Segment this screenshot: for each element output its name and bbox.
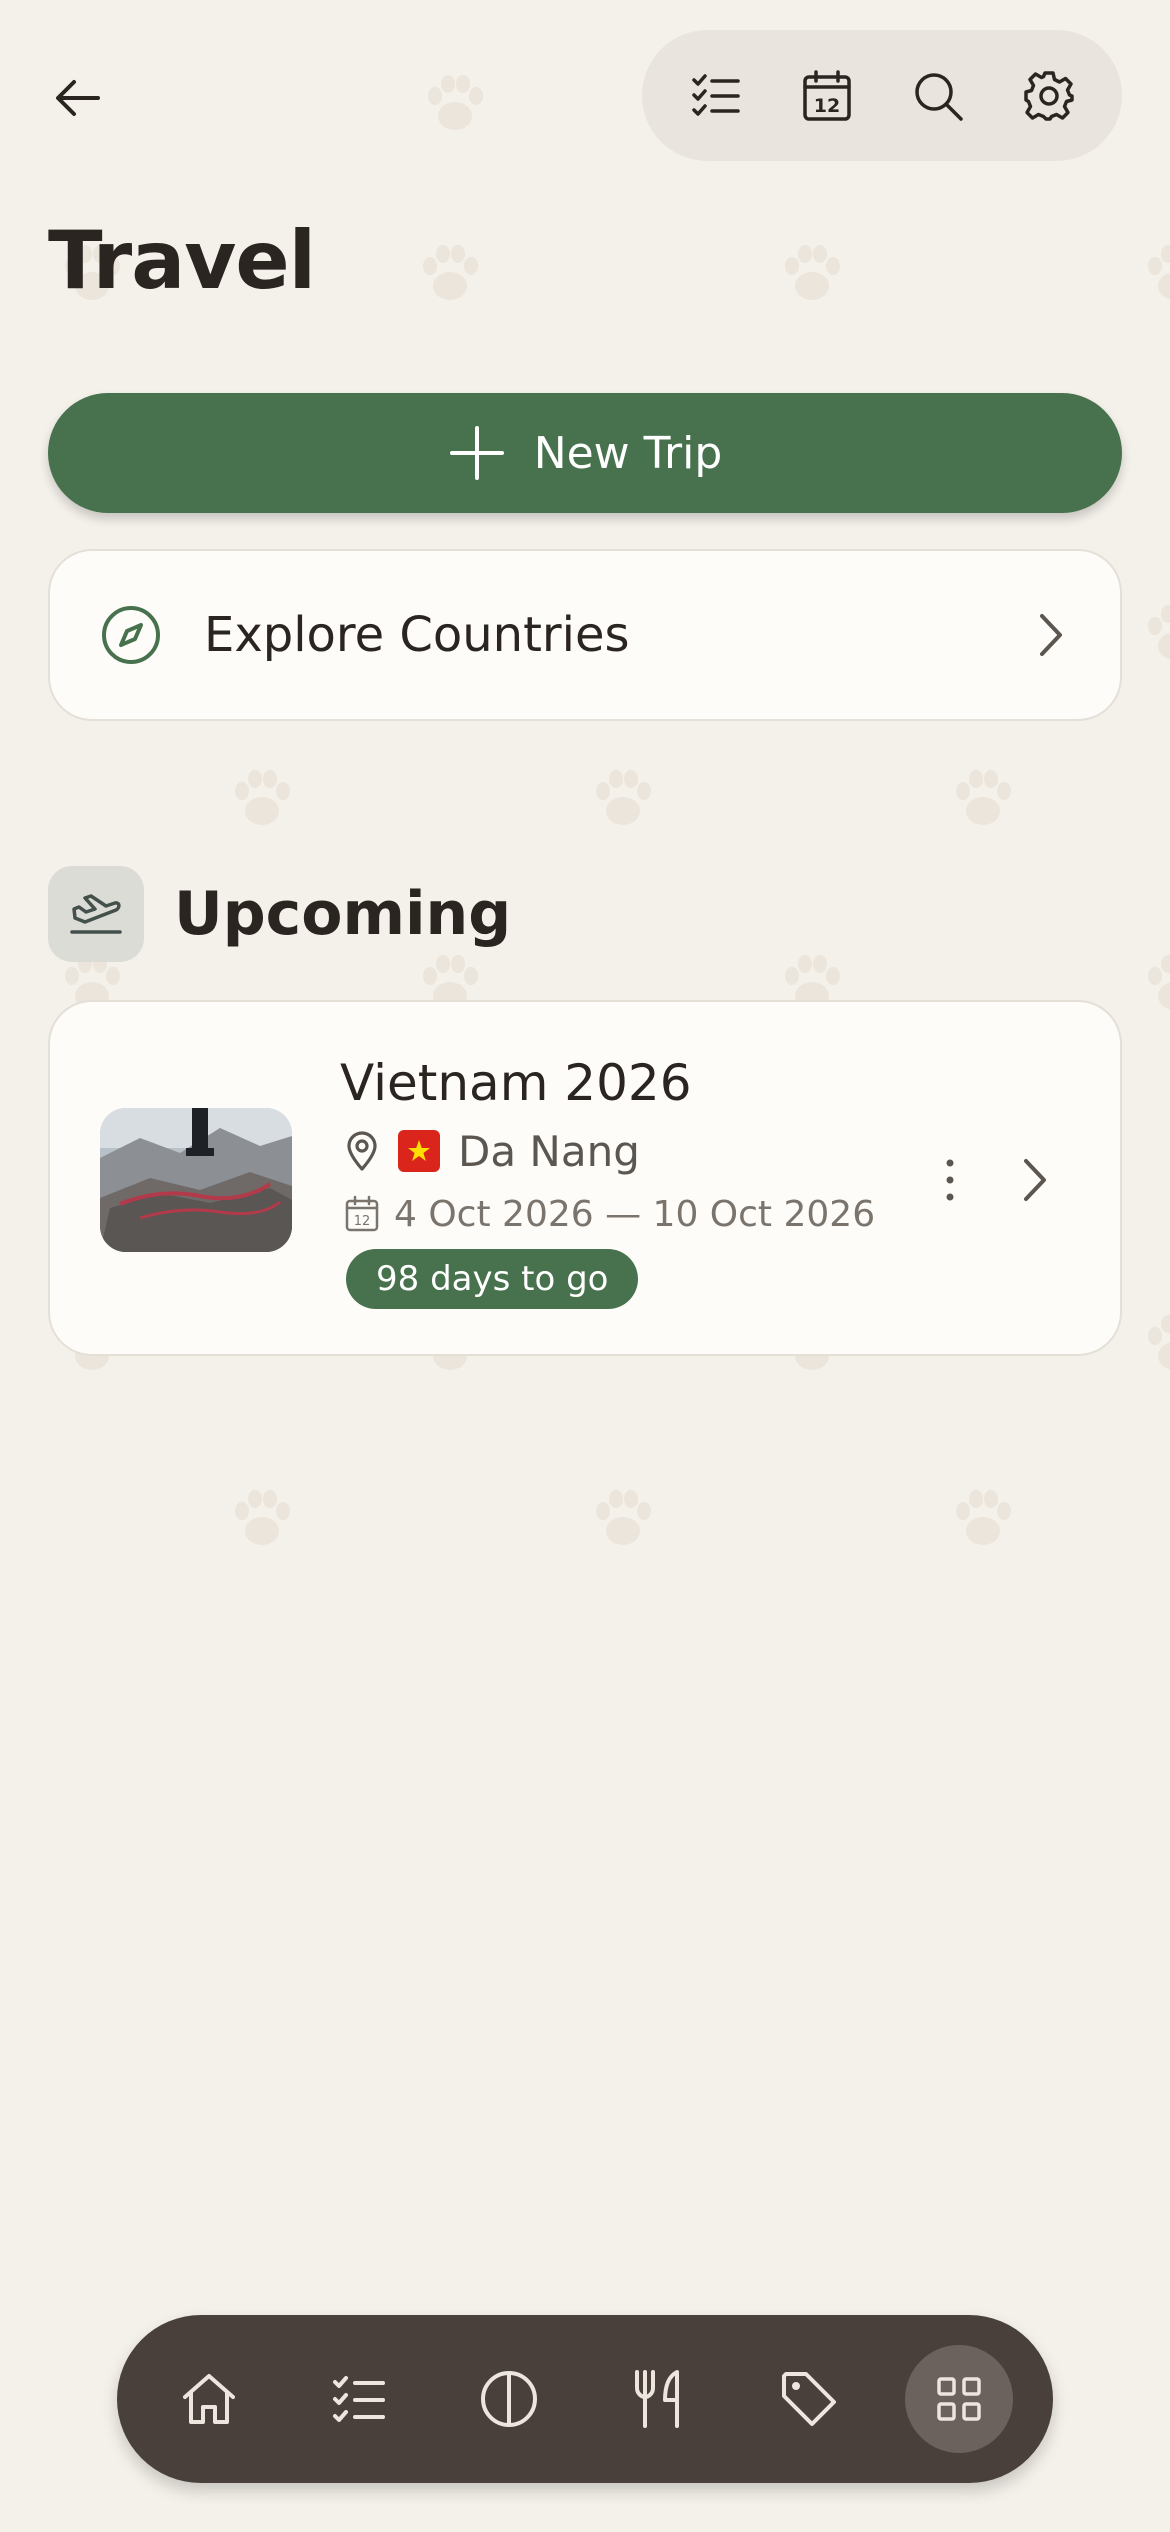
tag-icon (782, 2372, 836, 2426)
half-circle-icon (481, 2371, 537, 2427)
header-actions: 12 (642, 30, 1122, 161)
chevron-right-icon (1040, 614, 1062, 656)
trip-open-button[interactable] (1004, 1142, 1064, 1218)
trip-photo (100, 1108, 292, 1252)
settings-button[interactable] (1004, 51, 1094, 141)
checklist-icon (691, 73, 740, 116)
calendar-icon: 12 (345, 1195, 379, 1232)
fork-knife-icon (635, 2370, 679, 2428)
page-title: Travel (48, 214, 316, 307)
new-trip-label: New Trip (533, 427, 723, 479)
arrow-left-icon (56, 80, 100, 116)
trip-more-button[interactable] (920, 1142, 980, 1218)
trip-dates: 12 4 Oct 2026 — 10 Oct 2026 (344, 1192, 875, 1236)
search-button[interactable] (893, 51, 983, 141)
nav-more[interactable] (905, 2345, 1013, 2453)
checklist-button[interactable] (671, 51, 761, 141)
more-vertical-icon (946, 1159, 954, 1201)
location-pin-icon (347, 1131, 377, 1171)
explore-countries-label: Explore Countries (204, 607, 630, 663)
new-trip-button[interactable]: New Trip (48, 393, 1122, 513)
nav-tasks[interactable] (305, 2345, 413, 2453)
trip-card[interactable]: Vietnam 2026 Da Nang 12 4 Oct 2026 — 10 … (48, 1000, 1122, 1356)
airplane-departure-icon (70, 894, 122, 934)
vietnam-flag-icon (398, 1130, 440, 1172)
nav-home[interactable] (155, 2345, 263, 2453)
search-icon (914, 72, 963, 121)
calendar-button[interactable]: 12 (782, 51, 872, 141)
trip-location: Da Nang (344, 1126, 640, 1176)
home-icon (183, 2374, 235, 2424)
trip-dates-label: 4 Oct 2026 — 10 Oct 2026 (394, 1193, 876, 1235)
back-button[interactable] (40, 60, 116, 136)
explore-countries-button[interactable]: Explore Countries (48, 549, 1122, 721)
nav-balance[interactable] (455, 2345, 563, 2453)
checklist-icon (333, 2376, 385, 2422)
trip-name: Vietnam 2026 (340, 1054, 692, 1112)
trip-location-label: Da Nang (458, 1126, 640, 1176)
compass-icon (102, 606, 160, 664)
trip-calendar-day-text: 12 (354, 1214, 371, 1229)
nav-food[interactable] (605, 2345, 713, 2453)
upcoming-section-header: Upcoming (48, 866, 511, 962)
calendar-day-text: 12 (813, 95, 839, 117)
plus-icon (449, 426, 504, 480)
countdown-badge: 98 days to go (346, 1249, 639, 1309)
bottom-navigation (117, 2315, 1053, 2483)
section-icon-tile (48, 866, 144, 962)
nav-tags[interactable] (755, 2345, 863, 2453)
section-title-upcoming: Upcoming (174, 879, 512, 949)
calendar-icon: 12 (802, 69, 851, 121)
screen: 12 Travel New Trip Explore Countries Upc… (0, 0, 1170, 2532)
chevron-right-icon (1024, 1159, 1046, 1201)
grid-icon (937, 2377, 981, 2421)
gear-icon (1023, 70, 1074, 121)
